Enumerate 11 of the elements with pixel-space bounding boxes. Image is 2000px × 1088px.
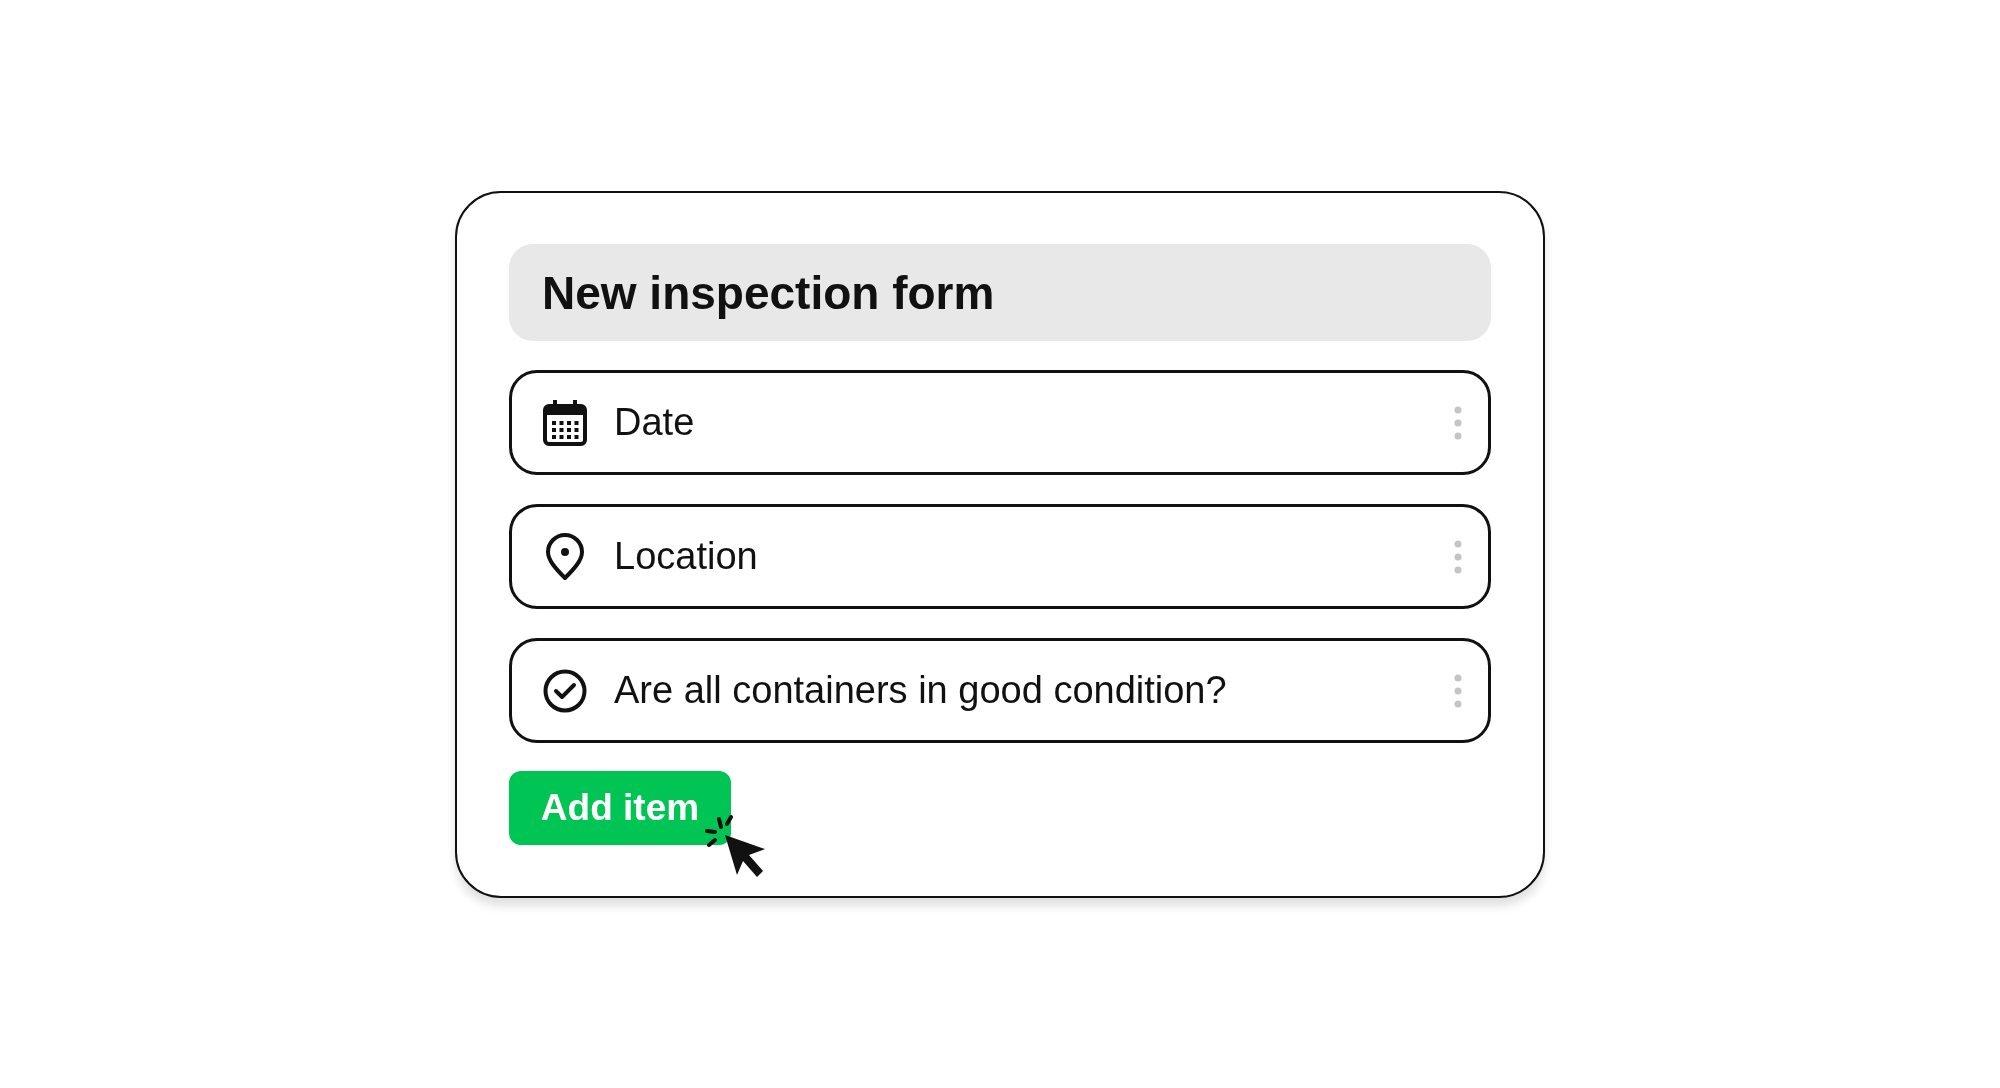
form-title[interactable]: New inspection form [509,244,1491,341]
item-label: Date [614,401,696,444]
form-item[interactable]: Are all containers in good condition? [509,638,1491,743]
more-icon[interactable] [1454,405,1462,440]
item-label: Are all containers in good condition? [614,669,1228,712]
item-label: Location [614,535,759,578]
more-icon[interactable] [1454,539,1462,574]
more-icon[interactable] [1454,673,1462,708]
form-item[interactable]: Location [509,504,1491,609]
calendar-icon [542,398,588,447]
form-item[interactable]: Date [509,370,1491,475]
